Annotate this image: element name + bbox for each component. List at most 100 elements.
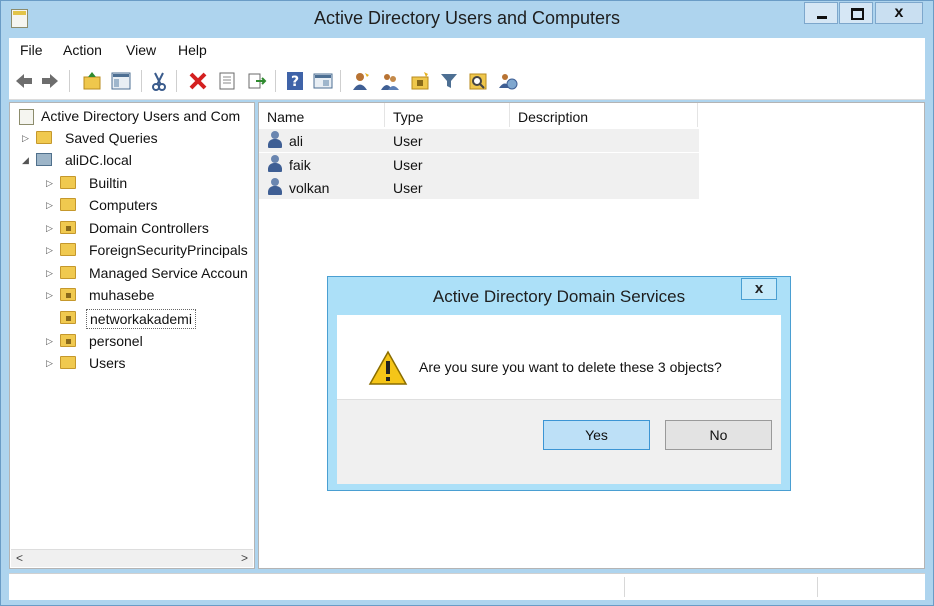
column-header-type[interactable]: Type — [385, 103, 510, 127]
menu-action[interactable]: Action — [63, 42, 102, 58]
yes-button[interactable]: Yes — [543, 420, 650, 450]
row-name: faik — [289, 157, 311, 173]
user-icon — [268, 155, 282, 172]
close-button[interactable]: x — [875, 2, 923, 24]
tree-item-label: Builtin — [89, 175, 128, 191]
dialog-title: Active Directory Domain Services — [432, 287, 686, 306]
close-icon: x — [894, 4, 904, 21]
dialog-close-button[interactable]: x — [741, 278, 777, 300]
minimize-button[interactable] — [804, 2, 838, 24]
expand-arrow-icon[interactable]: ▷ — [46, 245, 56, 256]
tree-root-label: Active Directory Users and Com — [41, 108, 241, 124]
new-ou-icon[interactable] — [410, 71, 430, 91]
ou-icon — [60, 288, 76, 301]
no-button[interactable]: No — [665, 420, 772, 450]
forward-arrow-icon[interactable] — [40, 71, 60, 91]
collapse-arrow-icon[interactable]: ◢ — [22, 155, 32, 166]
menu-bar: File Action View Help — [9, 38, 925, 62]
status-bar — [9, 573, 925, 600]
toolbar-separator — [340, 70, 341, 92]
dialog-message: Are you sure you want to delete these 3 … — [419, 359, 722, 375]
scroll-left-icon[interactable]: < — [11, 550, 28, 567]
ou-icon — [60, 221, 76, 234]
menu-view[interactable]: View — [126, 42, 156, 58]
maximize-button[interactable] — [839, 2, 873, 24]
find-icon[interactable] — [468, 71, 488, 91]
back-arrow-icon[interactable] — [14, 71, 34, 91]
tree-item-domain-controllers[interactable]: ▷ Domain Controllers — [46, 219, 252, 239]
column-header-description[interactable]: Description — [510, 103, 698, 127]
table-row[interactable]: ali User — [259, 129, 699, 152]
window-title: Active Directory Users and Computers — [313, 8, 621, 28]
scroll-right-icon[interactable]: > — [236, 550, 253, 567]
expand-arrow-icon[interactable]: ▷ — [46, 268, 56, 279]
tree-item-label: aliDC.local — [65, 152, 132, 168]
delete-icon[interactable] — [188, 71, 208, 91]
expand-arrow-icon[interactable]: ▷ — [22, 133, 32, 144]
toolbar-separator — [176, 70, 177, 92]
cut-icon[interactable] — [149, 71, 169, 91]
tree-item-domain[interactable]: ◢ aliDC.local — [22, 151, 252, 171]
folder-icon — [60, 176, 76, 189]
expand-arrow-icon[interactable]: ▷ — [46, 290, 56, 301]
folder-icon — [60, 198, 76, 211]
tree-item-builtin[interactable]: ▷ Builtin — [46, 174, 252, 194]
console-icon[interactable] — [313, 71, 333, 91]
dialog-body: Are you sure you want to delete these 3 … — [337, 315, 781, 484]
table-row[interactable]: volkan User — [259, 176, 699, 199]
menu-file[interactable]: File — [20, 42, 43, 58]
tree-item-managed-service-accounts[interactable]: ▷ Managed Service Accoun — [46, 264, 252, 284]
tree-item-users[interactable]: ▷ Users — [46, 354, 252, 374]
show-hide-tree-icon[interactable] — [111, 71, 131, 91]
toolbar: ? — [9, 62, 925, 100]
tree-horizontal-scrollbar[interactable]: < > — [11, 549, 253, 567]
console-tree[interactable]: Active Directory Users and Com ▷ Saved Q… — [9, 102, 255, 569]
expand-arrow-icon[interactable]: ▷ — [46, 358, 56, 369]
tree-item-saved-queries[interactable]: ▷ Saved Queries — [22, 129, 252, 149]
expand-arrow-icon[interactable]: ▷ — [46, 200, 56, 211]
properties-icon[interactable] — [217, 71, 237, 91]
tree-item-label: Computers — [89, 197, 158, 213]
dialog-button-bar: Yes No — [337, 399, 781, 484]
row-type: User — [393, 133, 423, 149]
tree-item-label: Domain Controllers — [89, 220, 209, 236]
menu-help[interactable]: Help — [178, 42, 207, 58]
help-icon[interactable]: ? — [285, 71, 305, 91]
expand-arrow-icon[interactable]: ▷ — [46, 223, 56, 234]
tree-item-networkakademi[interactable]: networkakademi — [46, 309, 252, 329]
export-list-icon[interactable] — [247, 71, 267, 91]
status-divider — [624, 577, 625, 597]
tree-item-label: personel — [89, 333, 143, 349]
folder-icon — [60, 266, 76, 279]
app-root-icon — [19, 109, 34, 125]
warning-icon — [368, 350, 408, 385]
up-folder-icon[interactable] — [82, 71, 102, 91]
toolbar-separator — [141, 70, 142, 92]
filter-icon[interactable] — [439, 71, 459, 91]
column-header-name[interactable]: Name — [259, 103, 385, 127]
tree-item-computers[interactable]: ▷ Computers — [46, 196, 252, 216]
domain-icon — [36, 153, 52, 166]
tree-item-muhasebe[interactable]: ▷ muhasebe — [46, 286, 252, 306]
table-row[interactable]: faik User — [259, 153, 699, 176]
tree-root[interactable]: Active Directory Users and Com — [14, 107, 252, 127]
toolbar-separator — [69, 70, 70, 92]
confirm-delete-dialog: Active Directory Domain Services x Are y… — [327, 276, 791, 491]
add-to-group-icon[interactable] — [498, 71, 518, 91]
new-group-icon[interactable] — [380, 71, 400, 91]
new-user-icon[interactable] — [351, 71, 371, 91]
user-icon — [268, 131, 282, 148]
tree-item-label: Saved Queries — [65, 130, 158, 146]
svg-text:?: ? — [291, 74, 299, 90]
expand-arrow-icon[interactable]: ▷ — [46, 336, 56, 347]
folder-icon — [60, 243, 76, 256]
user-icon — [268, 178, 282, 195]
app-window: Active Directory Users and Computers x F… — [0, 0, 934, 606]
expand-arrow-icon[interactable]: ▷ — [46, 178, 56, 189]
tree-item-foreign-security-principals[interactable]: ▷ ForeignSecurityPrincipals — [46, 241, 252, 261]
title-bar[interactable]: Active Directory Users and Computers x — [1, 1, 933, 37]
ou-icon — [60, 311, 76, 324]
row-type: User — [393, 157, 423, 173]
row-name: ali — [289, 133, 304, 149]
tree-item-personel[interactable]: ▷ personel — [46, 332, 252, 352]
